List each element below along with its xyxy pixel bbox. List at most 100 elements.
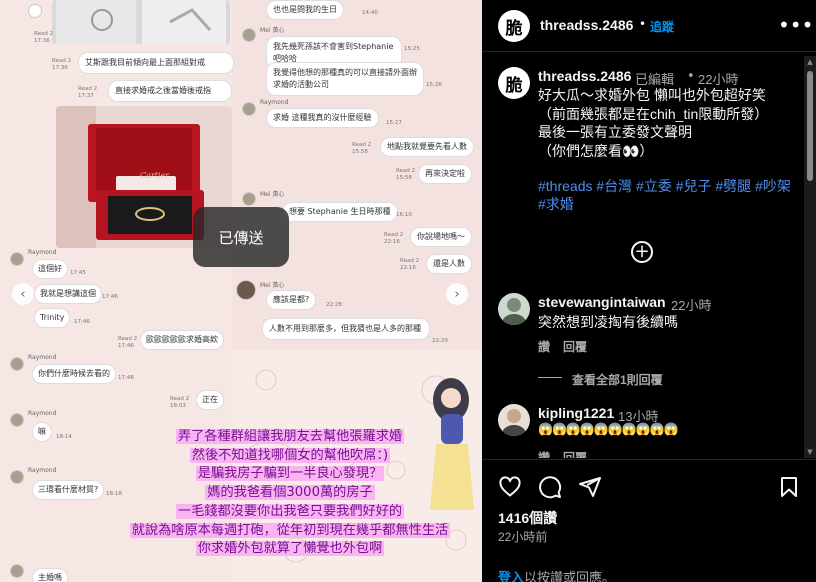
overlay-line: 媽的我爸看個3000萬的房子 bbox=[205, 485, 375, 501]
overlay-line: 然後不知道找哪個女的幫他吹屌：) bbox=[189, 447, 391, 463]
caption-separator: • bbox=[687, 69, 695, 84]
chat-time: 16:10 bbox=[396, 212, 412, 218]
chat-time: 17:46 bbox=[102, 294, 118, 300]
follow-button[interactable]: 追蹤 bbox=[650, 18, 674, 35]
read-receipt: Read 2 17:36 bbox=[52, 58, 72, 71]
post-image-carousel[interactable]: Read 2 17:36 艾斯跟我目前傾向最上面那組對戒 Read 2 17:3… bbox=[0, 0, 482, 582]
view-replies-button[interactable]: 查看全部1則回覆 bbox=[572, 371, 663, 388]
carousel-next-button[interactable]: › bbox=[446, 283, 468, 305]
chat-bubble: 歐歐歐歐歐求婚高欸 bbox=[140, 330, 224, 350]
sender-name: Mei 黃心 bbox=[260, 191, 285, 198]
chat-time: 17:45 bbox=[70, 270, 86, 276]
chat-time: 17:46 bbox=[74, 319, 90, 325]
comment-icon[interactable] bbox=[538, 475, 562, 499]
chat-time: 14:40 bbox=[362, 10, 378, 16]
chat-bubble: 你說場地嗎～ bbox=[410, 227, 472, 247]
like-comment-button[interactable]: 讚 bbox=[538, 338, 550, 355]
scroll-up-arrow-icon[interactable]: ▲ bbox=[806, 58, 814, 66]
login-prompt: 登入以按讚或回應。 bbox=[498, 567, 615, 582]
commenter-avatar[interactable] bbox=[498, 293, 530, 325]
threads-post-panel: 脆 threadss.2486 • 追蹤 ••• 脆 threadss.2486… bbox=[482, 0, 816, 582]
chat-bubble: 地點我就覺要先看人數 bbox=[380, 137, 474, 157]
overlay-line: 你求婚外包就算了懶覺也外包啊 bbox=[195, 541, 385, 557]
post-header: 脆 threadss.2486 • 追蹤 ••• bbox=[482, 0, 816, 52]
scroll-down-arrow-icon[interactable]: ▼ bbox=[806, 448, 814, 456]
commenter-avatar[interactable] bbox=[498, 404, 530, 436]
avatar-chat bbox=[10, 564, 24, 578]
avatar-chat bbox=[242, 192, 256, 206]
avatar-chat bbox=[242, 28, 256, 42]
chat-time: 17:48 bbox=[118, 375, 134, 381]
read-receipt: Read 2 17:37 bbox=[78, 86, 98, 99]
chat-bubble: 主婚嗎 bbox=[32, 568, 68, 582]
header-separator: • bbox=[639, 17, 647, 31]
commenter-avatar-image bbox=[498, 293, 530, 325]
chat-bubble: 應該是都? bbox=[266, 290, 317, 310]
chat-time: 15:25 bbox=[404, 46, 420, 52]
bookmark-icon[interactable] bbox=[777, 475, 801, 499]
comment-username[interactable]: kipling1221 bbox=[538, 405, 614, 421]
carousel-prev-button[interactable]: ‹ bbox=[12, 283, 34, 305]
comment-text: 😱😱😱😱😱😱😱😱😱😱 bbox=[538, 422, 678, 436]
story-overlay-text: 弄了各種群組讓我朋友去幫他張羅求婚 然後不知道找哪個女的幫他吹屌：) 是騙我房子騙到… bbox=[100, 428, 480, 559]
chat-bubble: Trinity bbox=[34, 308, 71, 328]
avatar-chat bbox=[10, 252, 24, 266]
chat-bubble: 想要 Stephanie 生日時那種 bbox=[282, 202, 398, 222]
read-receipt: Read 2 18:03 bbox=[170, 396, 190, 409]
avatar-chat bbox=[10, 413, 24, 427]
caption-hashtags[interactable]: #threads #台灣 #立委 #兒子 #劈腿 #吵架 #求婚 bbox=[538, 177, 800, 213]
sender-name: Mei 黃心 bbox=[260, 27, 285, 34]
post-actions-footer: 1416個讚 22小時前 登入以按讚或回應。 bbox=[482, 459, 816, 582]
avatar-chat bbox=[236, 280, 256, 300]
chat-time: 22:28 bbox=[326, 302, 342, 308]
login-prompt-text: 以按讚或回應。 bbox=[524, 570, 616, 582]
chat-bubble: 正在 bbox=[196, 390, 224, 410]
overlay-line: 弄了各種群組讓我朋友去幫他張羅求婚 bbox=[175, 429, 405, 444]
read-receipt: Read 2 22:16 bbox=[384, 232, 404, 245]
view-replies-divider bbox=[538, 377, 562, 378]
caption-username[interactable]: threadss.2486 bbox=[538, 68, 631, 84]
add-comment-icon[interactable]: + bbox=[631, 241, 653, 263]
sent-toast: 已傳送 bbox=[193, 207, 289, 267]
chat-bubble: 你們什麼時候去看的 bbox=[32, 364, 116, 384]
sender-name: Raymond bbox=[28, 354, 57, 361]
read-receipt: Read 2 22:16 bbox=[400, 258, 420, 271]
ring-photo-top bbox=[52, 0, 230, 44]
reply-comment-button[interactable]: 回覆 bbox=[563, 338, 587, 355]
chat-bubble: 嘛 bbox=[32, 422, 52, 442]
scrollbar[interactable]: ▲ ▼ bbox=[804, 56, 816, 458]
overlay-line: 一毛錢都沒要你出我爸只要我們好好的 bbox=[175, 503, 405, 519]
chat-bubble: 再來決定啦 bbox=[418, 164, 472, 184]
avatar-chat bbox=[242, 102, 256, 116]
chat-time: 15:27 bbox=[386, 120, 402, 126]
author-username[interactable]: threadss.2486 bbox=[540, 17, 633, 33]
sender-name: Mei 黃心 bbox=[260, 282, 285, 289]
chat-bubble: 人數不用到那麼多，但我猜也是人多的那種 bbox=[262, 318, 430, 340]
share-icon[interactable] bbox=[578, 475, 602, 499]
sender-name: Raymond bbox=[260, 99, 289, 106]
comments-scroll-area[interactable]: 脆 threadss.2486 已編輯 • 22小時 好大瓜～求婚外包 懶叫也外… bbox=[482, 53, 816, 458]
scrollbar-thumb[interactable] bbox=[807, 71, 813, 181]
like-comment-button[interactable]: 讚 bbox=[538, 449, 550, 458]
chat-bubble: 也也是問我的生日 bbox=[266, 0, 344, 20]
heart-icon[interactable] bbox=[498, 475, 522, 499]
author-avatar[interactable]: 脆 bbox=[498, 10, 530, 42]
reply-comment-button[interactable]: 回覆 bbox=[563, 449, 587, 458]
post-timestamp: 22小時前 bbox=[498, 530, 548, 544]
chevron-left-icon: ‹ bbox=[20, 286, 26, 302]
caption-text: 好大瓜～求婚外包 懶叫也外包超好笑 （前面幾張都是在chih_tin限動所發） … bbox=[538, 87, 769, 159]
svg-text:Cartier: Cartier bbox=[140, 171, 170, 180]
chevron-right-icon: › bbox=[454, 286, 460, 302]
like-count[interactable]: 1416個讚 bbox=[498, 508, 557, 528]
more-options-icon[interactable]: ••• bbox=[778, 13, 813, 37]
sender-name: Raymond bbox=[28, 467, 57, 474]
avatar-chat bbox=[10, 357, 24, 371]
read-receipt: Read 2 17:36 bbox=[34, 31, 54, 44]
sender-name: Raymond bbox=[28, 410, 57, 417]
login-link[interactable]: 登入 bbox=[498, 570, 524, 582]
chat-bubble: 求婚 這種我真的沒什麼經驗 bbox=[266, 108, 379, 128]
caption-author-avatar[interactable]: 脆 bbox=[498, 67, 530, 99]
comment-username[interactable]: stevewangintaiwan bbox=[538, 294, 666, 310]
chat-time: 15:26 bbox=[426, 82, 442, 88]
commenter-avatar-image bbox=[498, 404, 530, 436]
